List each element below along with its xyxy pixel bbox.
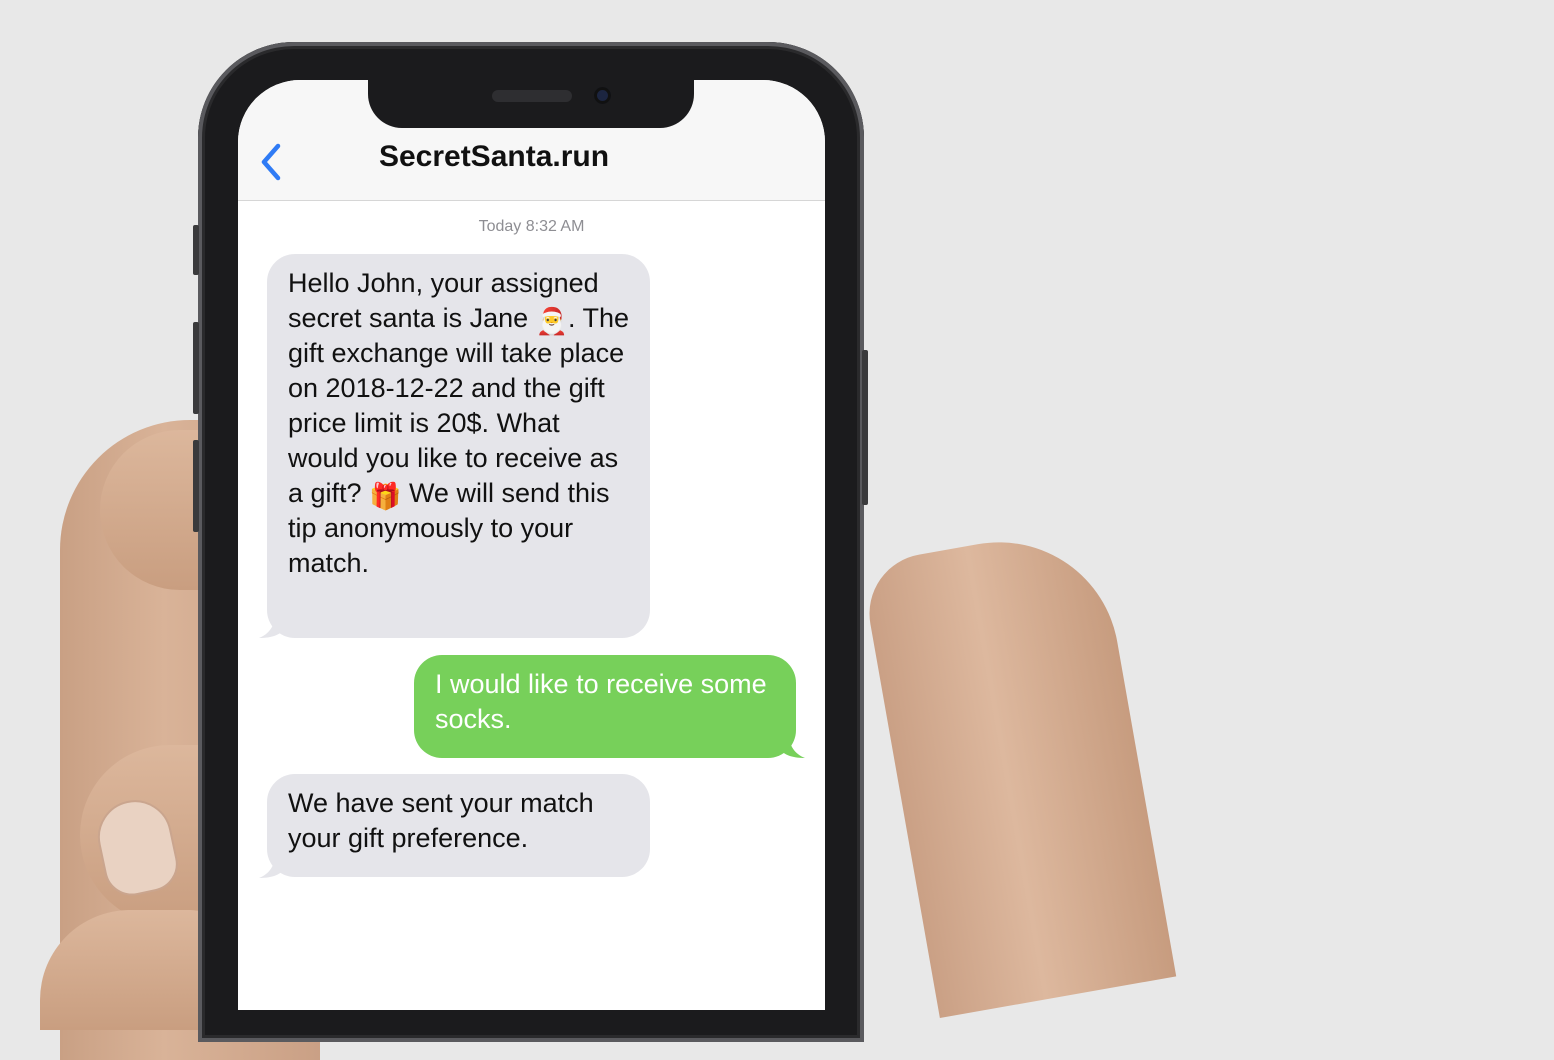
power-button [862,350,868,505]
message-text: We have sent your match your gift prefer… [288,788,594,853]
message-timestamp: Today 8:32 AM [478,218,585,235]
contact-name[interactable]: SecretSanta.run [238,140,750,174]
outgoing-message-bubble[interactable]: I would like to receive some socks. [414,655,796,758]
bubble-tail [259,614,283,638]
volume-down-button [193,440,199,532]
mute-switch [193,225,199,275]
santa-emoji-icon: 🎅 [535,306,569,336]
phone-screen: SecretSanta.run Today 8:32 AM Hello John… [238,80,825,1010]
volume-up-button [193,322,199,414]
bubble-tail [259,854,283,878]
incoming-message-bubble[interactable]: Hello John, your assigned secret santa i… [267,254,650,638]
incoming-message-bubble[interactable]: We have sent your match your gift prefer… [267,774,650,877]
earpiece-speaker [492,90,572,102]
message-text: I would like to receive some socks. [435,669,767,734]
gift-emoji-icon: 🎁 [369,481,402,511]
hand-thumb-right [860,523,1177,1019]
bubble-tail [781,734,805,758]
front-camera [594,87,611,104]
